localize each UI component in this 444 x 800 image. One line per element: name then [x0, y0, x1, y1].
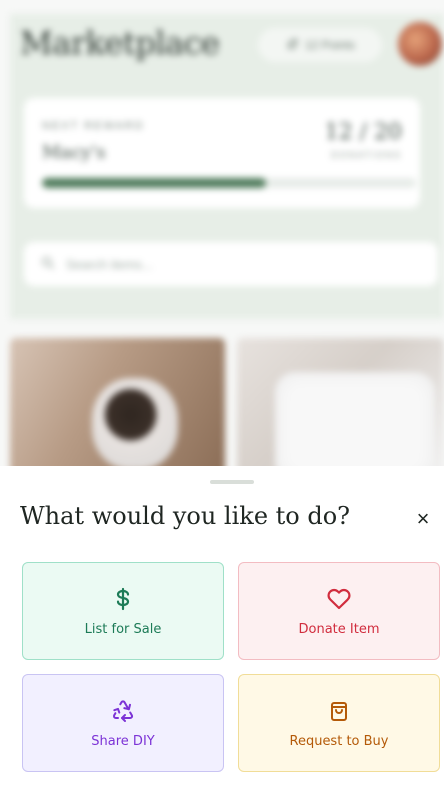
sheet-handle[interactable]	[210, 480, 254, 484]
option-label: List for Sale	[84, 621, 162, 637]
action-sheet: What would you like to do? × List for Sa…	[0, 466, 444, 800]
reward-progress-fill	[42, 178, 267, 188]
sheet-title: What would you like to do?	[20, 502, 351, 530]
points-pill[interactable]: 12 Points	[258, 28, 382, 62]
search-placeholder: Search items...	[66, 256, 153, 272]
leaf-icon	[285, 37, 299, 54]
list-for-sale-button[interactable]: List for Sale	[22, 562, 224, 660]
request-to-buy-button[interactable]: Request to Buy	[238, 674, 440, 772]
option-label: Donate Item	[298, 621, 380, 637]
next-reward-card: NEXT REWARD Macy's 12 / 20 DONATIONS	[24, 98, 420, 208]
reward-kicker: NEXT REWARD	[42, 120, 145, 132]
donate-item-button[interactable]: Donate Item	[238, 562, 440, 660]
dollar-icon	[110, 586, 136, 612]
points-label: 12 Points	[304, 38, 356, 52]
reward-count: 12 / 20	[324, 120, 402, 145]
close-icon: ×	[416, 506, 430, 531]
page-title: Marketplace	[20, 24, 220, 62]
search-icon	[40, 255, 56, 274]
avatar[interactable]	[398, 22, 442, 66]
option-label: Share DIY	[91, 733, 155, 749]
listing-image-1[interactable]	[10, 338, 225, 478]
option-label: Request to Buy	[289, 733, 389, 749]
listing-image-2[interactable]	[237, 338, 444, 478]
close-button[interactable]: ×	[408, 504, 438, 534]
search-field[interactable]: Search items...	[24, 242, 438, 286]
reward-progress-bar	[42, 178, 416, 188]
heart-icon	[326, 586, 352, 612]
share-diy-button[interactable]: Share DIY	[22, 674, 224, 772]
reward-count-label: DONATIONS	[331, 150, 402, 160]
reward-store: Macy's	[42, 142, 106, 163]
shopping-bag-icon	[326, 698, 352, 724]
recycle-icon	[110, 698, 136, 724]
